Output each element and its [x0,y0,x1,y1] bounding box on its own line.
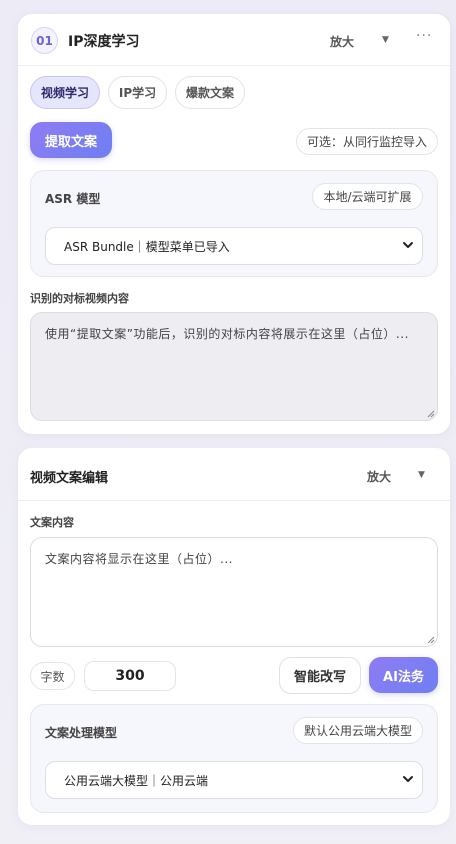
copy-content-placeholder: 文案内容将显示在这里（占位）... [45,552,233,566]
card-header: 01 IP深度学习 放大 ▼ ··· [18,14,450,66]
asr-model-label: ASR 模型 [45,192,101,206]
word-count-input[interactable]: 300 [84,661,176,691]
asr-model-select[interactable]: ASR Bundle｜模型菜单已导入 [45,227,423,265]
asr-model-selected: ASR Bundle｜模型菜单已导入 [64,239,230,254]
chevron-down-icon [403,776,413,782]
chevron-down-icon [403,242,413,248]
zoom-button[interactable]: 放大 [330,33,354,50]
copy-content-textarea[interactable]: 文案内容将显示在这里（占位）... [30,537,438,647]
recognized-placeholder: 使用“提取文案”功能后，识别的对标内容将展示在这里（占位）... [45,327,409,341]
recognized-content-textarea[interactable]: 使用“提取文案”功能后，识别的对标内容将展示在这里（占位）... [30,312,438,421]
card-title: IP深度学习 [68,34,140,50]
resize-handle-icon[interactable] [427,636,435,644]
copy-model-selected: 公用云端大模型｜公用云端 [64,773,209,788]
resize-handle-icon[interactable] [427,410,435,418]
recognized-content-label: 识别的对标视频内容 [30,292,129,305]
caret-down-icon[interactable]: ▼ [382,35,389,45]
copy-model-tag: 默认公用云端大模型 [293,717,423,744]
ip-learning-card: 01 IP深度学习 放大 ▼ ··· 视频学习 IP学习 爆款文案 提取文案 可… [18,14,450,434]
ai-legal-button[interactable]: AI法务 [369,657,438,693]
card-title: 视频文案编辑 [30,471,109,486]
copy-model-label: 文案处理模型 [45,726,118,740]
card-header: 视频文案编辑 放大 ▼ [18,448,450,501]
video-copy-edit-card: 视频文案编辑 放大 ▼ 文案内容 文案内容将显示在这里（占位）... 字数 30… [18,448,450,825]
asr-scope-tag: 本地/云端可扩展 [312,183,423,210]
caret-down-icon[interactable]: ▼ [418,470,425,480]
extract-copy-button[interactable]: 提取文案 [30,122,112,158]
import-from-monitor-button[interactable]: 可选：从同行监控导入 [296,128,438,155]
tab-video-learning[interactable]: 视频学习 [30,76,100,109]
step-badge: 01 [31,27,58,54]
copy-model-select[interactable]: 公用云端大模型｜公用云端 [45,761,423,799]
tab-ip-learning[interactable]: IP学习 [108,76,167,109]
zoom-button[interactable]: 放大 [367,468,391,485]
tab-viral-copy[interactable]: 爆款文案 [175,76,245,109]
copy-content-label: 文案内容 [30,516,74,529]
word-count-label: 字数 [30,662,75,690]
smart-rewrite-button[interactable]: 智能改写 [279,657,361,694]
asr-model-panel: ASR 模型 本地/云端可扩展 ASR Bundle｜模型菜单已导入 [30,170,438,277]
copy-model-panel: 文案处理模型 默认公用云端大模型 公用云端大模型｜公用云端 [30,704,438,813]
more-icon[interactable]: ··· [416,28,432,44]
